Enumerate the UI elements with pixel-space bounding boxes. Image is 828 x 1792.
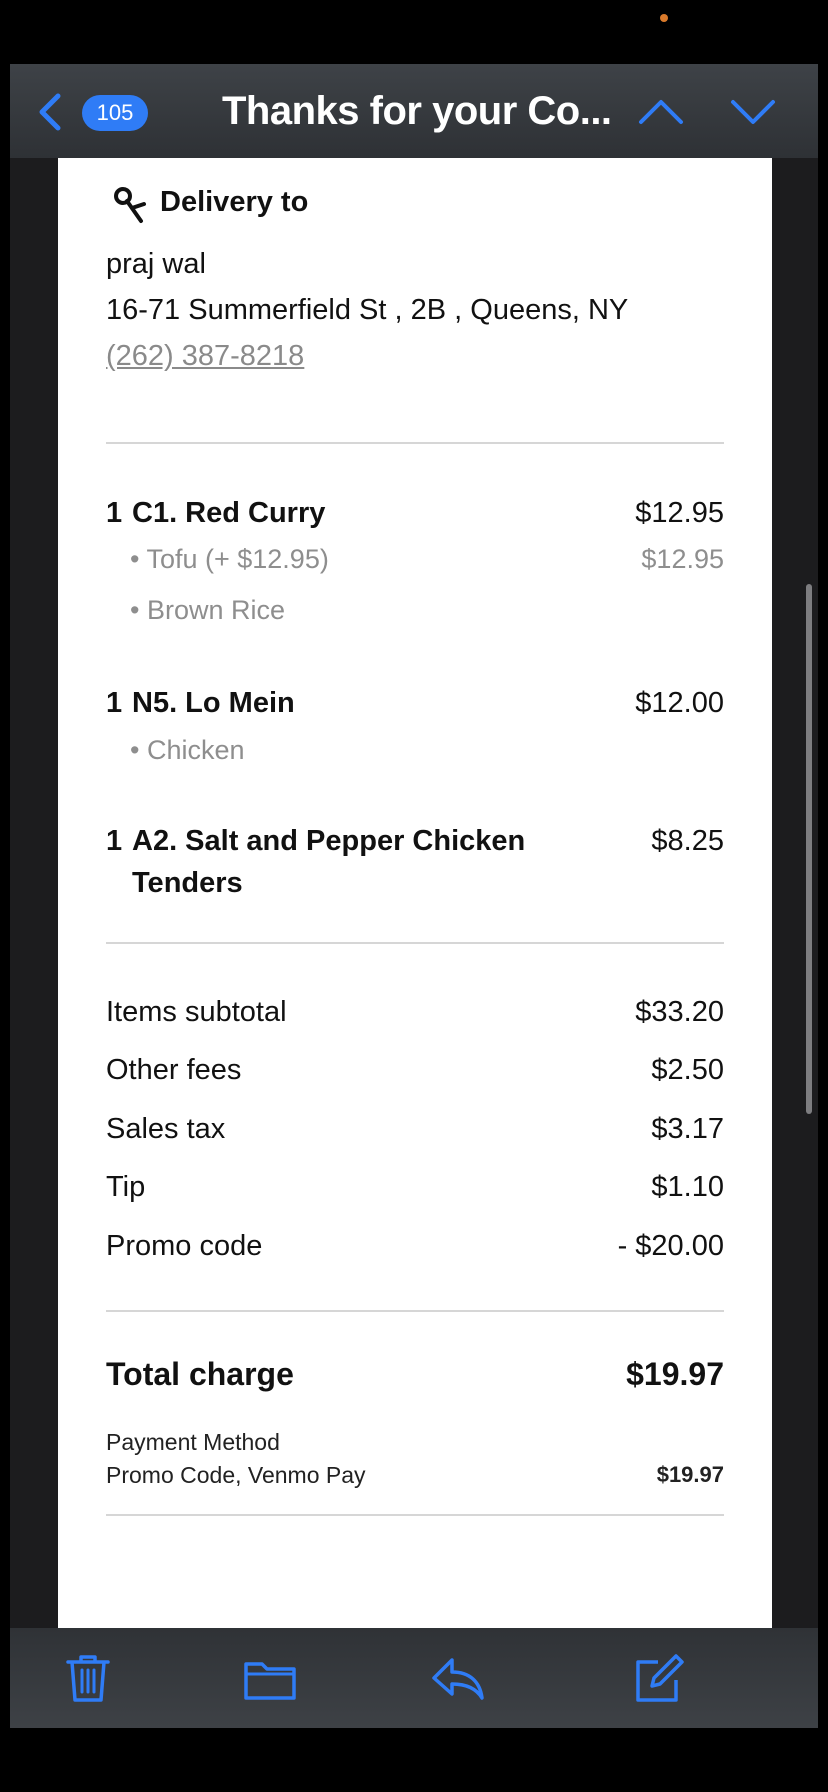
chevron-left-icon[interactable] [32,92,72,132]
bottom-toolbar [10,1628,818,1728]
summary-label: Sales tax [106,1113,226,1145]
email-body: Delivery to praj wal 16-71 Summerfield S… [58,158,772,1628]
payment-method-row: Promo Code, Venmo Pay $19.97 [106,1459,724,1491]
order-item: 1 C1. Red Curry $12.95 • Tofu (+ $12.95) … [106,492,724,642]
status-bar [0,0,828,64]
modifier-price: $12.95 [641,544,724,574]
summary-row-tax: Sales tax $3.17 [106,1109,724,1149]
delivery-label: Delivery to [160,186,309,218]
camera-indicator-dot [660,14,668,22]
navigation-bar: 105 Thanks for your Co... [10,64,818,158]
summary-row-subtotal: Items subtotal $33.20 [106,992,724,1032]
divider [106,1514,724,1516]
summary-value: $3.17 [651,1113,724,1145]
summary-value: $33.20 [635,996,724,1028]
item-modifier: • Brown Rice [130,595,285,625]
summary-row-fees: Other fees $2.50 [106,1050,724,1090]
customer-name: praj wal [106,248,206,280]
summary-label: Items subtotal [106,996,287,1028]
compose-icon[interactable] [630,1650,686,1706]
item-price: $12.95 [635,497,724,529]
summary-row-tip: Tip $1.10 [106,1167,724,1207]
item-quantity: 1 [106,687,123,719]
item-quantity: 1 [106,825,123,857]
item-name: 1 A2. Salt and Pepper Chicken Tenders [106,820,546,904]
item-quantity: 1 [106,497,123,529]
divider [106,1310,724,1312]
trash-icon[interactable] [60,1650,116,1706]
delivery-icon [114,187,146,223]
folder-icon[interactable] [242,1650,298,1706]
delivery-address: 16-71 Summerfield St , 2B , Queens, NY [106,294,629,326]
item-modifier: • Chicken [130,735,245,765]
email-subject-title: Thanks for your Co... [222,89,612,133]
scrollbar[interactable] [806,584,812,1114]
summary-value: $2.50 [651,1054,724,1086]
item-title: A2. Salt and Pepper Chicken Tenders [132,825,526,899]
item-name: 1 N5. Lo Mein [106,682,546,724]
summary-label: Other fees [106,1054,242,1086]
item-title: C1. Red Curry [132,497,326,529]
phone-link[interactable]: (262) 387-8218 [106,340,304,373]
order-item: 1 A2. Salt and Pepper Chicken Tenders $8.… [106,820,724,910]
divider [106,942,724,944]
chevron-down-icon[interactable] [728,92,778,132]
total-label: Total charge [106,1356,294,1392]
summary-value: - $20.00 [617,1230,724,1262]
total-value: $19.97 [626,1356,724,1392]
item-modifier: • Tofu (+ $12.95) [130,544,329,574]
summary-value: $1.10 [651,1171,724,1203]
payment-method-heading: Payment Method [106,1429,280,1455]
divider [106,442,724,444]
reply-icon[interactable] [430,1650,486,1706]
chevron-up-icon[interactable] [636,92,686,132]
item-title: N5. Lo Mein [132,687,295,719]
item-price: $8.25 [651,825,724,857]
order-item: 1 N5. Lo Mein $12.00 • Chicken [106,682,724,782]
summary-row-promo: Promo code - $20.00 [106,1226,724,1266]
summary-label: Promo code [106,1230,263,1262]
unread-count-badge[interactable]: 105 [82,95,148,131]
item-price: $12.00 [635,687,724,719]
mail-screen: 105 Thanks for your Co... Delivery to pr… [10,64,818,1728]
payment-amount: $19.97 [656,1462,724,1487]
item-name: 1 C1. Red Curry [106,492,546,534]
payment-method: Promo Code, Venmo Pay [106,1462,366,1488]
total-charge-row: Total charge $19.97 [106,1352,724,1396]
summary-label: Tip [106,1171,146,1203]
